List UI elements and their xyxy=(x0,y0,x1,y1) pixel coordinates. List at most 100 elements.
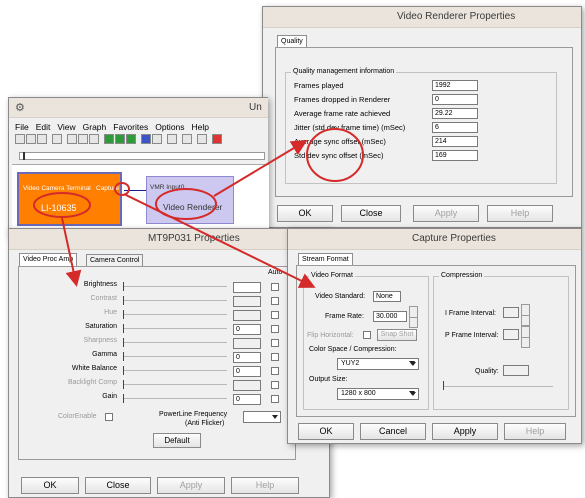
menu-item[interactable]: Favorites xyxy=(113,122,148,132)
ok-button[interactable]: OK xyxy=(298,423,354,440)
property-auto-checkbox[interactable] xyxy=(271,395,279,403)
title-bar[interactable]: Video Renderer Properties xyxy=(263,7,581,28)
help-button[interactable]: Help xyxy=(231,477,299,494)
flip-horizontal-checkbox[interactable] xyxy=(363,331,371,339)
property-slider[interactable] xyxy=(123,370,227,371)
seek-bar[interactable] xyxy=(19,152,265,160)
help-icon[interactable] xyxy=(197,134,207,144)
property-auto-checkbox[interactable] xyxy=(271,353,279,361)
output-size-select[interactable]: 1280 x 800 xyxy=(337,388,419,400)
property-slider-thumb[interactable] xyxy=(123,296,126,305)
property-auto-checkbox[interactable] xyxy=(271,311,279,319)
default-button[interactable]: Default xyxy=(153,433,201,448)
menu-item[interactable]: Help xyxy=(192,122,209,132)
cancel-button[interactable]: Cancel xyxy=(360,423,426,440)
property-slider[interactable] xyxy=(123,356,227,357)
new-icon[interactable] xyxy=(15,134,25,144)
apply-button[interactable]: Apply xyxy=(432,423,498,440)
close-button[interactable]: Close xyxy=(341,205,401,222)
ok-button[interactable]: OK xyxy=(277,205,333,222)
property-value-field[interactable] xyxy=(233,282,261,293)
seek-thumb[interactable] xyxy=(23,152,25,160)
cut-icon[interactable] xyxy=(67,134,77,144)
p-frame-field[interactable] xyxy=(503,329,519,340)
property-auto-checkbox[interactable] xyxy=(271,381,279,389)
menu-item[interactable]: Options xyxy=(155,122,184,132)
property-value-field[interactable] xyxy=(233,380,261,391)
title-bar[interactable]: MT9P031 Properties xyxy=(9,229,329,250)
property-value-field[interactable]: 0 xyxy=(233,366,261,377)
video-renderer-filter[interactable]: VMR Input0 Video Renderer xyxy=(146,176,234,224)
open-icon[interactable] xyxy=(26,134,36,144)
camera-source-filter[interactable]: Video Camera Terminal Capture LI-10635 xyxy=(17,172,122,226)
ok-button[interactable]: OK xyxy=(21,477,79,494)
apply-button[interactable]: Apply xyxy=(157,477,225,494)
capture-pin[interactable]: Capture xyxy=(96,185,119,192)
pause-icon[interactable] xyxy=(115,134,125,144)
save-icon[interactable] xyxy=(37,134,47,144)
property-value-field[interactable] xyxy=(233,310,261,321)
property-slider-thumb[interactable] xyxy=(123,338,126,347)
property-slider-thumb[interactable] xyxy=(123,380,126,389)
stop-icon[interactable] xyxy=(126,134,136,144)
i-frame-spinner[interactable] xyxy=(521,304,530,326)
i-frame-field[interactable] xyxy=(503,307,519,318)
powerline-select[interactable] xyxy=(243,411,281,423)
seek-icon[interactable] xyxy=(141,134,151,144)
title-bar[interactable]: Capture Properties xyxy=(288,229,581,250)
title-bar[interactable]: ⚙ Un xyxy=(9,98,268,118)
property-slider[interactable] xyxy=(123,398,227,399)
print-icon[interactable] xyxy=(52,134,62,144)
property-auto-checkbox[interactable] xyxy=(271,283,279,291)
quality-slider-track[interactable] xyxy=(443,386,553,387)
frame-rate-field[interactable]: 30.000 xyxy=(373,311,407,322)
property-slider-thumb[interactable] xyxy=(123,310,126,319)
play-icon[interactable] xyxy=(104,134,114,144)
property-auto-checkbox[interactable] xyxy=(271,297,279,305)
property-value-field[interactable]: 0 xyxy=(233,324,261,335)
property-slider-thumb[interactable] xyxy=(123,366,126,375)
menu-item[interactable]: File xyxy=(15,122,29,132)
frame-rate-spinner[interactable] xyxy=(409,306,418,328)
property-auto-checkbox[interactable] xyxy=(271,339,279,347)
property-slider-thumb[interactable] xyxy=(123,282,126,291)
property-value-field[interactable]: 0 xyxy=(233,352,261,363)
property-slider[interactable] xyxy=(123,286,227,287)
close-button[interactable]: Close xyxy=(85,477,151,494)
property-auto-checkbox[interactable] xyxy=(271,325,279,333)
color-space-dropdown-icon[interactable] xyxy=(409,361,415,365)
frame-step-icon[interactable] xyxy=(152,134,162,144)
vmr-pin[interactable]: VMR Input0 xyxy=(150,184,184,191)
tab-video-proc-amp[interactable]: Video Proc Amp xyxy=(19,253,78,266)
refresh-icon[interactable] xyxy=(182,134,192,144)
property-auto-checkbox[interactable] xyxy=(271,367,279,375)
property-slider[interactable] xyxy=(123,314,227,315)
paste-icon[interactable] xyxy=(89,134,99,144)
property-value-field[interactable] xyxy=(233,296,261,307)
insert-filter-icon[interactable] xyxy=(167,134,177,144)
copy-icon[interactable] xyxy=(78,134,88,144)
output-size-dropdown-icon[interactable] xyxy=(409,391,415,395)
property-slider-thumb[interactable] xyxy=(123,394,126,403)
menu-item[interactable]: Edit xyxy=(36,122,51,132)
property-slider[interactable] xyxy=(123,384,227,385)
color-space-select[interactable]: YUY2 xyxy=(337,358,419,370)
help-button[interactable]: Help xyxy=(504,423,566,440)
snap-shot-button[interactable]: Snap Shot xyxy=(377,329,417,341)
property-slider-thumb[interactable] xyxy=(123,324,126,333)
menu-item[interactable]: View xyxy=(57,122,75,132)
p-frame-spinner[interactable] xyxy=(521,326,530,348)
property-slider-thumb[interactable] xyxy=(123,352,126,361)
apply-button[interactable]: Apply xyxy=(413,205,479,222)
quality-slider-thumb[interactable] xyxy=(443,381,446,390)
property-value-field[interactable]: 0 xyxy=(233,394,261,405)
property-slider[interactable] xyxy=(123,328,227,329)
menu-item[interactable]: Graph xyxy=(83,122,107,132)
property-slider[interactable] xyxy=(123,300,227,301)
help-button[interactable]: Help xyxy=(487,205,553,222)
color-enable-checkbox[interactable] xyxy=(105,413,113,421)
property-slider[interactable] xyxy=(123,342,227,343)
quality-field[interactable] xyxy=(503,365,529,376)
red-icon[interactable] xyxy=(212,134,222,144)
property-value-field[interactable] xyxy=(233,338,261,349)
